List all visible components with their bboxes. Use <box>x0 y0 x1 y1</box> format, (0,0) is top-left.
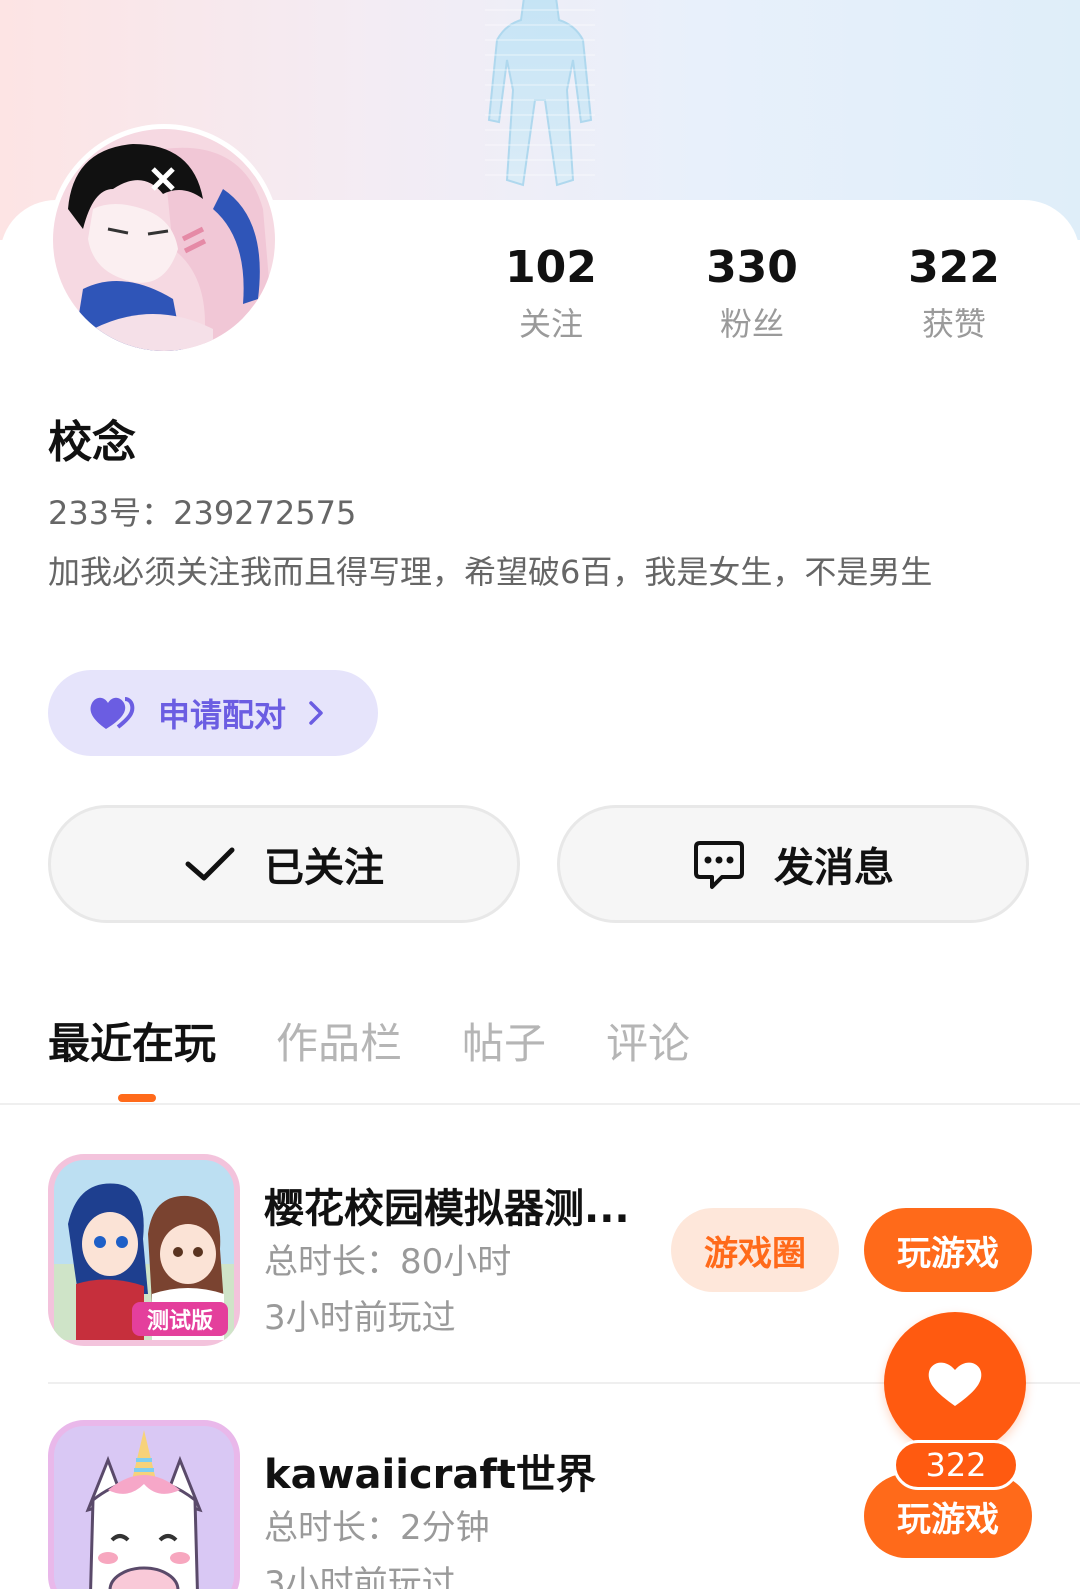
user-id-value: 239272575 <box>173 494 357 532</box>
hologram-figure-graphic <box>485 0 595 187</box>
game-name: kawaiicraft世界 <box>264 1452 596 1498</box>
unicorn-icon <box>48 1420 240 1589</box>
tab-works[interactable]: 作品栏 <box>276 1010 402 1071</box>
stat-followers-label: 粉丝 <box>719 305 784 343</box>
stat-followers-count: 330 <box>706 242 798 293</box>
stat-likes-count: 322 <box>908 242 1000 293</box>
game-last-played: 3小时前玩过 <box>264 1298 456 1338</box>
game-icon-kawaiicraft[interactable] <box>48 1420 240 1589</box>
stat-likes[interactable]: 322 获赞 <box>874 238 1034 350</box>
content-tabs: 最近在玩 作品栏 帖子 评论 <box>48 1010 750 1071</box>
heart-icon <box>928 1362 982 1406</box>
avatar[interactable] <box>48 124 280 356</box>
stat-followers[interactable]: 330 粉丝 <box>672 238 832 350</box>
stat-following-label: 关注 <box>518 305 583 343</box>
send-message-label: 发消息 <box>774 845 894 891</box>
game-icon-sakura[interactable]: 测试版 <box>48 1154 240 1346</box>
chat-bubble-icon <box>694 841 744 889</box>
send-message-button[interactable]: 发消息 <box>557 805 1029 923</box>
double-heart-icon <box>90 697 135 729</box>
avatar-image <box>53 129 275 351</box>
stat-following[interactable]: 102 关注 <box>471 238 631 350</box>
bio: 加我必须关注我而且得写理，希望破6百，我是女生，不是男生 <box>48 553 933 591</box>
game-last-played: 3小时前玩过 <box>264 1564 456 1589</box>
active-tab-indicator <box>118 1094 156 1102</box>
user-id-label: 233号： <box>48 494 174 532</box>
pair-request-button[interactable]: 申请配对 <box>48 670 378 756</box>
check-icon <box>185 847 235 881</box>
tab-posts[interactable]: 帖子 <box>462 1010 546 1071</box>
pair-request-label: 申请配对 <box>158 696 287 734</box>
game-total-time: 总时长：2分钟 <box>264 1508 490 1548</box>
chevron-right-icon <box>309 701 323 725</box>
following-label: 已关注 <box>264 845 384 891</box>
play-game-button[interactable]: 玩游戏 <box>864 1208 1032 1292</box>
sakura-school-icon: 测试版 <box>48 1154 240 1346</box>
following-button[interactable]: 已关注 <box>48 805 520 923</box>
game-total-time: 总时长：80小时 <box>264 1242 512 1282</box>
test-version-badge: 测试版 <box>147 1309 213 1334</box>
tab-recently-played[interactable]: 最近在玩 <box>48 1010 216 1071</box>
tabs-divider <box>0 1103 1080 1105</box>
tab-comments[interactable]: 评论 <box>606 1010 690 1071</box>
user-id[interactable]: 233号：239272575 <box>48 488 356 534</box>
floating-like-count: 322 <box>893 1440 1019 1490</box>
nickname: 校念 <box>48 417 136 468</box>
stat-likes-label: 获赞 <box>921 305 986 343</box>
game-circle-button[interactable]: 游戏圈 <box>671 1208 839 1292</box>
floating-like-button[interactable] <box>884 1312 1026 1454</box>
stat-following-count: 102 <box>505 242 597 293</box>
game-name: 樱花校园模拟器测... <box>264 1186 630 1232</box>
